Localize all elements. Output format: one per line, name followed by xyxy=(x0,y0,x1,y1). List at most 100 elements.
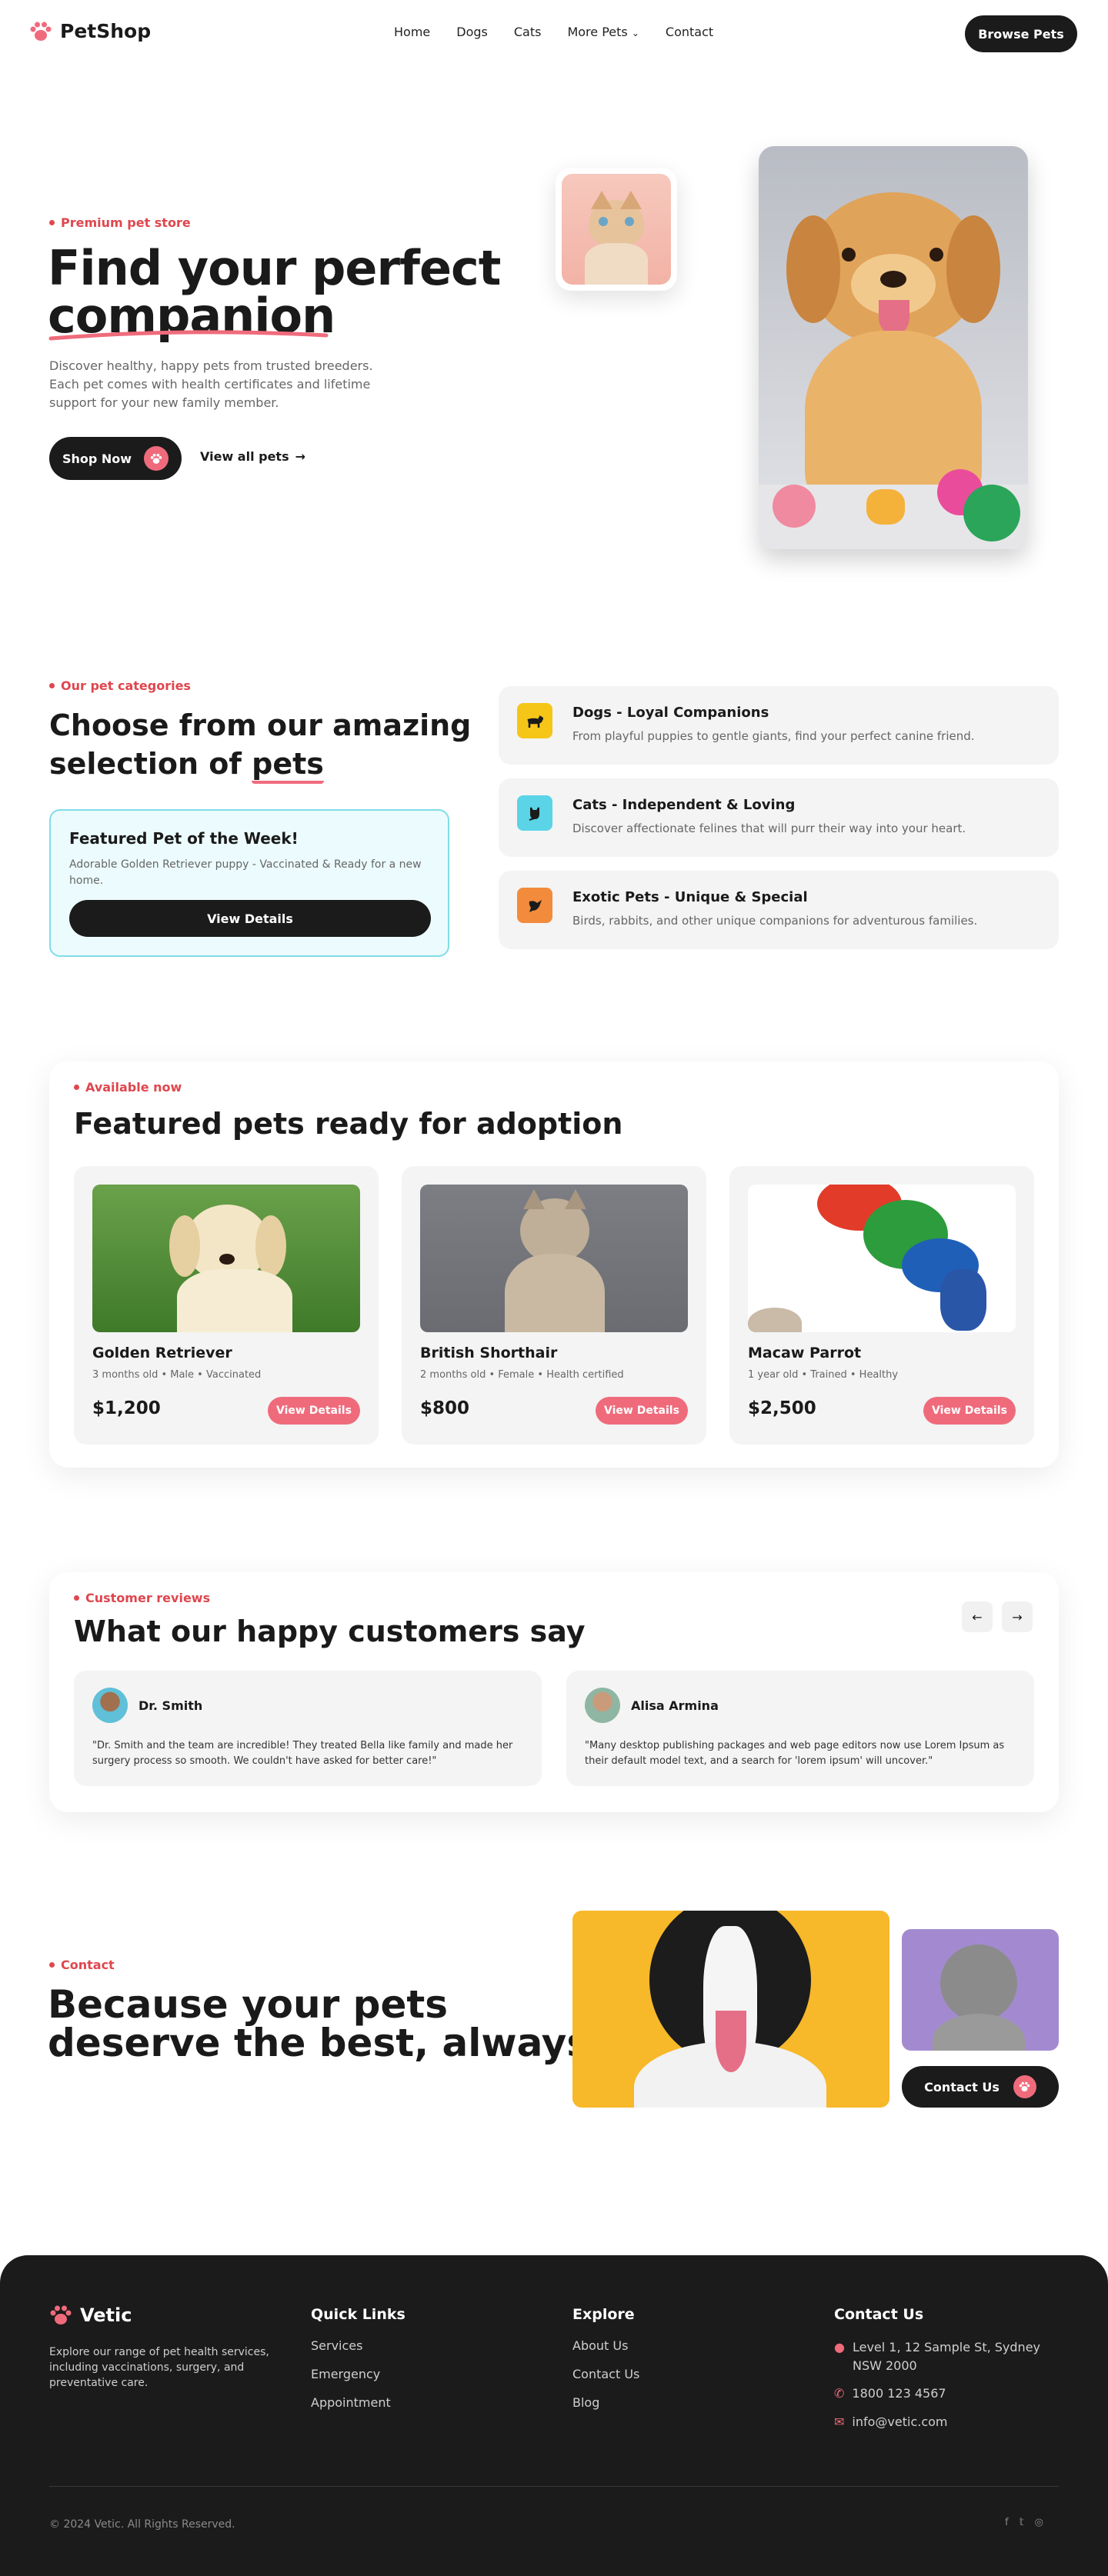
contact-title-line2: deserve the best, always xyxy=(48,2021,590,2065)
arrow-right-icon: → xyxy=(295,449,306,464)
instagram-icon[interactable]: ◎ xyxy=(1035,2517,1043,2528)
pet-meta: 1 year old • Trained • Healthy xyxy=(748,1369,899,1381)
reviewer-name: Dr. Smith xyxy=(138,1698,203,1713)
category-exotic-title: Exotic Pets - Unique & Special xyxy=(572,889,808,905)
hero-description: Discover healthy, happy pets from truste… xyxy=(49,358,373,410)
brand-name: PetShop xyxy=(60,20,152,42)
phone-text: 1800 123 4567 xyxy=(852,2386,946,2401)
pet-price: $1,200 xyxy=(92,1398,161,1418)
view-details-button[interactable]: View Details xyxy=(596,1397,688,1425)
pet-name: Golden Retriever xyxy=(92,1345,232,1361)
footer-divider xyxy=(49,2486,1059,2487)
nav-more-pets[interactable]: More Pets ⌄ xyxy=(567,25,639,39)
featured-pet-title: Featured Pet of the Week! xyxy=(69,829,299,848)
quick-links-title: Quick Links xyxy=(311,2306,405,2323)
footer-about: Explore our range of pet health services… xyxy=(49,2346,269,2389)
paw-icon xyxy=(1013,2075,1036,2098)
cat-icon xyxy=(517,795,552,831)
paw-icon xyxy=(30,22,52,41)
category-cats-description: Discover affectionate felines that will … xyxy=(572,821,966,835)
pet-name: British Shorthair xyxy=(420,1345,558,1361)
category-dogs-title: Dogs - Loyal Companions xyxy=(572,705,769,721)
social-icons: f 𝕥 ◎ xyxy=(1005,2517,1043,2528)
view-all-pets-link[interactable]: View all pets → xyxy=(200,449,305,464)
pet-price: $800 xyxy=(420,1398,470,1418)
category-list: Dogs - Loyal Companions From playful pup… xyxy=(499,686,1059,949)
view-details-button[interactable]: View Details xyxy=(268,1397,360,1425)
footer-contact: Contact Us ● Level 1, 12 Sample St, Sydne… xyxy=(834,2306,1065,2429)
footer-contact-title: Contact Us xyxy=(834,2306,924,2323)
featured-eyebrow: Available now xyxy=(74,1080,182,1095)
kitten-image xyxy=(562,174,671,285)
featured-title: Featured pets ready for adoption xyxy=(74,1107,623,1141)
nav-dogs[interactable]: Dogs xyxy=(456,25,488,39)
nav-cats[interactable]: Cats xyxy=(514,25,542,39)
footer-link-services[interactable]: Services xyxy=(311,2338,405,2353)
categories-title-line1: Choose from our amazing xyxy=(49,708,472,742)
prev-review-button[interactable]: ← xyxy=(962,1601,993,1632)
phone-icon: ✆ xyxy=(834,2386,845,2401)
reviewer-name: Alisa Armina xyxy=(631,1698,719,1713)
shop-now-label: Shop Now xyxy=(62,451,132,466)
review-text: "Dr. Smith and the team are incredible! … xyxy=(92,1740,513,1767)
featured-view-details-button[interactable]: View Details xyxy=(69,900,431,937)
review-text: "Many desktop publishing packages and we… xyxy=(585,1740,1005,1767)
footer-phone[interactable]: ✆ 1800 123 4567 xyxy=(834,2386,1065,2401)
explore-links: Explore About Us Contact Us Blog xyxy=(572,2306,639,2424)
review-card: Dr. Smith "Dr. Smith and the team are in… xyxy=(74,1671,542,1786)
contact-us-label: Contact Us xyxy=(924,2079,1000,2094)
hero-kitten-card xyxy=(556,168,677,291)
footer-link-contact[interactable]: Contact Us xyxy=(572,2367,639,2381)
nav-home[interactable]: Home xyxy=(394,25,430,39)
twitter-icon[interactable]: 𝕥 xyxy=(1020,2517,1024,2528)
footer-email[interactable]: ✉ info@vetic.com xyxy=(834,2414,1065,2429)
chevron-down-icon: ⌄ xyxy=(631,28,639,38)
pet-card-golden-retriever[interactable]: Golden Retriever 3 months old • Male • V… xyxy=(74,1166,379,1445)
avatar xyxy=(585,1688,620,1723)
address-text: Level 1, 12 Sample St, Sydney NSW 2000 xyxy=(852,2340,1040,2373)
reviews-eyebrow: Customer reviews xyxy=(74,1591,210,1605)
contact-dog-image xyxy=(572,1911,889,2108)
footer-link-blog[interactable]: Blog xyxy=(572,2395,639,2410)
quick-links: Quick Links Services Emergency Appointme… xyxy=(311,2306,405,2424)
paw-icon xyxy=(50,2305,72,2324)
reviews-title: What our happy customers say xyxy=(74,1615,586,1648)
facebook-icon[interactable]: f xyxy=(1005,2517,1009,2528)
view-details-button[interactable]: View Details xyxy=(923,1397,1016,1425)
pet-card-british-shorthair[interactable]: British Shorthair 2 months old • Female … xyxy=(402,1166,706,1445)
categories-eyebrow: Our pet categories xyxy=(49,678,191,693)
review-card: Alisa Armina "Many desktop publishing pa… xyxy=(566,1671,1034,1786)
avatar xyxy=(92,1688,128,1723)
category-cats[interactable]: Cats - Independent & Loving Discover aff… xyxy=(499,778,1059,857)
footer-link-appointment[interactable]: Appointment xyxy=(311,2395,405,2410)
contact-title-line1: Because your pets xyxy=(48,1982,449,2027)
footer-brand[interactable]: Vetic xyxy=(49,2304,132,2326)
category-exotic[interactable]: Exotic Pets - Unique & Special Birds, ra… xyxy=(499,871,1059,949)
contact-eyebrow: Contact xyxy=(49,1958,115,1972)
next-review-button[interactable]: → xyxy=(1002,1601,1033,1632)
footer-link-about[interactable]: About Us xyxy=(572,2338,639,2353)
categories-title-line2: selection of pets xyxy=(49,745,324,784)
top-nav: PetShop Home Dogs Cats More Pets ⌄ Conta… xyxy=(0,0,1108,68)
shop-now-button[interactable]: Shop Now xyxy=(49,437,182,480)
email-text: info@vetic.com xyxy=(852,2414,948,2429)
category-cats-title: Cats - Independent & Loving xyxy=(572,797,796,813)
categories-title-prefix: selection of xyxy=(49,747,252,781)
mail-icon: ✉ xyxy=(834,2414,845,2429)
pet-card-macaw-parrot[interactable]: Macaw Parrot 1 year old • Trained • Heal… xyxy=(729,1166,1034,1445)
category-dogs[interactable]: Dogs - Loyal Companions From playful pup… xyxy=(499,686,1059,765)
bird-icon xyxy=(517,888,552,923)
footer-link-emergency[interactable]: Emergency xyxy=(311,2367,405,2381)
footer-brand-name: Vetic xyxy=(80,2304,132,2326)
nav-links: Home Dogs Cats More Pets ⌄ Contact xyxy=(394,25,739,39)
categories-title-highlight: pets xyxy=(252,747,324,784)
contact-us-button[interactable]: Contact Us xyxy=(902,2066,1059,2108)
pet-meta: 2 months old • Female • Health certified xyxy=(420,1369,624,1381)
browse-pets-button[interactable]: Browse Pets xyxy=(965,15,1077,52)
nav-contact[interactable]: Contact xyxy=(666,25,713,39)
hero-eyebrow: Premium pet store xyxy=(49,215,191,230)
hero-title-line1: Find your perfect xyxy=(48,240,501,296)
location-pin-icon: ● xyxy=(834,2340,845,2354)
brand-logo[interactable]: PetShop xyxy=(29,20,151,42)
pet-name: Macaw Parrot xyxy=(748,1345,862,1361)
